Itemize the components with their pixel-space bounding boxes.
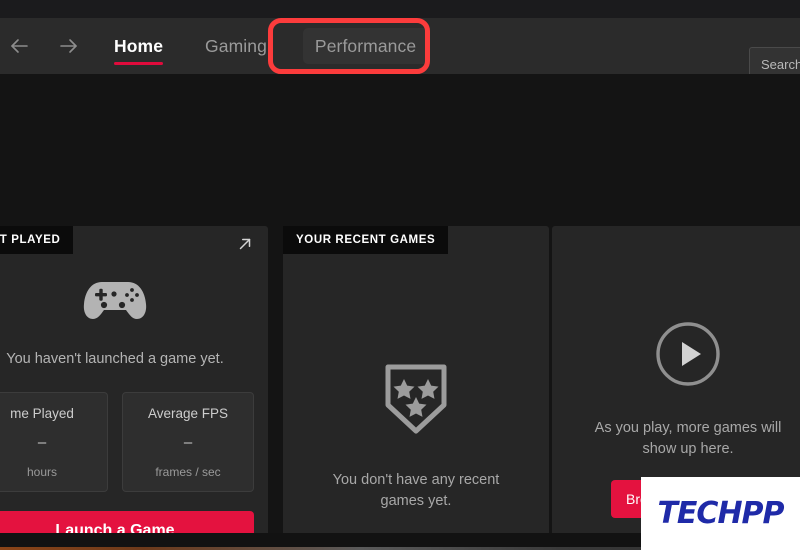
gamepad-icon	[82, 274, 148, 329]
shield-stars-icon	[380, 361, 452, 442]
recent-games-empty-state: You don't have any recent games yet.	[283, 361, 549, 512]
stat-tile-average-fps: Average FPS – frames / sec	[122, 392, 254, 492]
badge-last-played: LAST PLAYED	[0, 226, 74, 254]
tab-performance-label: Performance	[314, 35, 417, 56]
play-promo-message: As you play, more games will show up her…	[594, 420, 782, 458]
stat-value-time-played: –	[37, 434, 47, 451]
stat-label-time-played: me Played	[10, 406, 74, 421]
tab-home[interactable]: Home	[100, 18, 177, 74]
play-circle-icon	[655, 321, 721, 392]
app-window: Home Gaming Performance Search You haven…	[0, 0, 800, 550]
arrow-left-icon	[7, 34, 31, 58]
stat-unit-average-fps: frames / sec	[155, 465, 221, 479]
last-played-empty-message: You haven't launched a game yet.	[6, 351, 224, 367]
open-external-button[interactable]	[234, 235, 256, 257]
search-placeholder: Search	[761, 56, 800, 72]
stat-unit-time-played: hours	[26, 465, 58, 479]
recent-games-empty-message: You don't have any recent games yet.	[332, 472, 500, 510]
arrow-right-icon	[57, 34, 81, 58]
gamepad-icon-wrap	[0, 274, 268, 329]
card-last-played: You haven't launched a game yet. me Play…	[0, 226, 268, 550]
back-button[interactable]	[0, 27, 38, 65]
stat-tile-time-played: me Played – hours	[0, 392, 108, 492]
badge-your-recent-games-label: YOUR RECENT GAMES	[296, 234, 436, 246]
card-recent-games: You don't have any recent games yet.	[283, 226, 549, 550]
nav-tabs: Home Gaming Performance	[100, 18, 429, 74]
stat-label-average-fps: Average FPS	[147, 406, 229, 421]
badge-last-played-label: LAST PLAYED	[0, 234, 61, 246]
external-link-icon	[236, 235, 254, 258]
app-header: Home Gaming Performance Search	[0, 18, 800, 81]
watermark-text: TECHPP	[657, 496, 784, 531]
forward-button[interactable]	[50, 27, 88, 65]
badge-your-recent-games: YOUR RECENT GAMES	[283, 226, 449, 254]
stats-row: me Played – hours Average FPS – frames /…	[0, 392, 254, 492]
tab-gaming[interactable]: Gaming	[191, 18, 281, 74]
window-top-strip	[0, 0, 800, 18]
stat-value-average-fps: –	[183, 434, 193, 451]
watermark: TECHPP	[641, 477, 800, 550]
tab-active-underline	[114, 61, 164, 65]
tab-performance[interactable]: Performance	[302, 28, 429, 64]
tab-home-label: Home	[114, 35, 164, 56]
tab-gaming-label: Gaming	[205, 35, 267, 56]
